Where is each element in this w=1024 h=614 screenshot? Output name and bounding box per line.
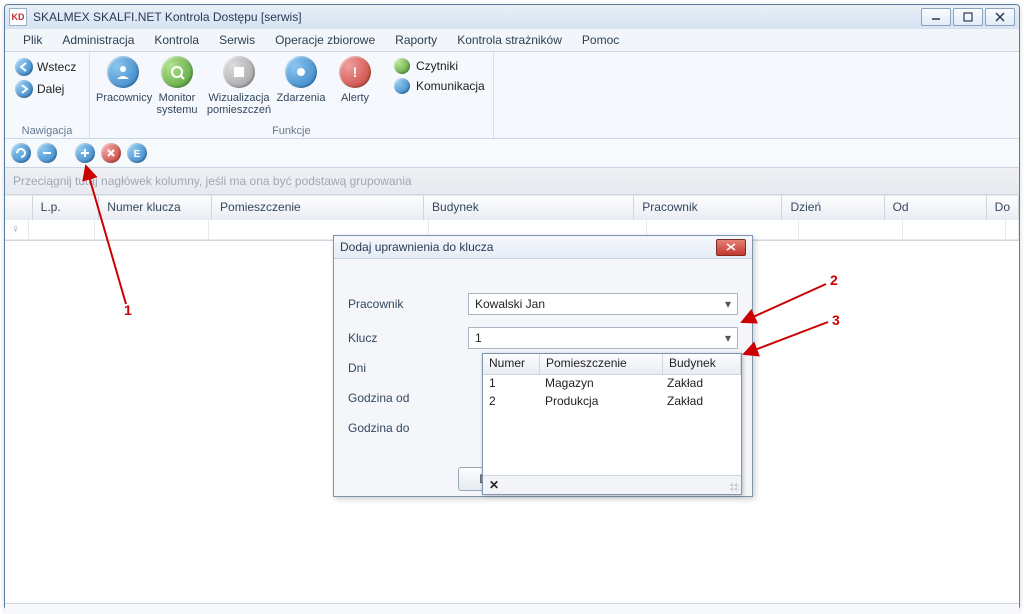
- chevron-down-icon: ▾: [721, 331, 735, 345]
- key-dropdown[interactable]: Numer Pomieszczenie Budynek 1 Magazyn Za…: [482, 353, 742, 495]
- resize-grip-icon[interactable]: [729, 482, 739, 492]
- func-monitor-label: Monitor systemu: [150, 92, 204, 116]
- annotation-2: 2: [830, 272, 838, 288]
- kd-r0-pom: Magazyn: [539, 375, 661, 393]
- group-caption-navigation: Nawigacja: [11, 125, 83, 137]
- kd-r0-nr: 1: [483, 375, 539, 393]
- visualization-icon: [223, 56, 255, 88]
- col-lp[interactable]: L.p.: [33, 196, 100, 220]
- func-czytniki[interactable]: Czytniki: [394, 58, 485, 74]
- tool-add[interactable]: [75, 143, 95, 163]
- menu-plik[interactable]: Plik: [13, 29, 52, 51]
- menu-raporty[interactable]: Raporty: [385, 29, 447, 51]
- kd-r1-bud: Zakład: [661, 393, 741, 411]
- kd-clear-button[interactable]: ✕: [489, 478, 499, 492]
- filter-dzien[interactable]: [799, 220, 902, 240]
- menu-administracja[interactable]: Administracja: [52, 29, 144, 51]
- window-title: SKALMEX SKALFI.NET Kontrola Dostępu [ser…: [33, 10, 302, 24]
- kd-r1-nr: 2: [483, 393, 539, 411]
- filter-row-icon: ♀: [5, 220, 29, 240]
- kd-r1-pom: Produkcja: [539, 393, 661, 411]
- func-komunikacja[interactable]: Komunikacja: [394, 78, 485, 94]
- func-komunikacja-label: Komunikacja: [416, 79, 485, 93]
- kd-col-pom[interactable]: Pomieszczenie: [540, 354, 663, 374]
- tool-subtract[interactable]: [37, 143, 57, 163]
- annotation-1: 1: [124, 302, 132, 318]
- func-wizualizacja[interactable]: Wizualizacja pomieszczeń: [204, 54, 274, 116]
- func-zdarzenia[interactable]: Zdarzenia: [274, 54, 328, 104]
- menu-kontrola-straznikow[interactable]: Kontrola strażników: [447, 29, 572, 51]
- label-pracownik: Pracownik: [348, 297, 468, 311]
- maximize-button[interactable]: [953, 8, 983, 26]
- kd-r0-bud: Zakład: [661, 375, 741, 393]
- readers-icon: [394, 58, 410, 74]
- combo-pracownik[interactable]: Kowalski Jan ▾: [468, 293, 738, 315]
- filter-od[interactable]: [903, 220, 1006, 240]
- col-od[interactable]: Od: [885, 196, 987, 220]
- menu-pomoc[interactable]: Pomoc: [572, 29, 629, 51]
- forward-icon: [15, 80, 33, 98]
- func-wizualizacja-label: Wizualizacja pomieszczeń: [204, 92, 274, 116]
- dialog-close-button[interactable]: [716, 239, 746, 256]
- col-pracownik[interactable]: Pracownik: [634, 196, 782, 220]
- communication-icon: [394, 78, 410, 94]
- minimize-button[interactable]: [921, 8, 951, 26]
- col-pomieszczenie[interactable]: Pomieszczenie: [212, 196, 424, 220]
- combo-klucz[interactable]: 1 ▾: [468, 327, 738, 349]
- func-czytniki-label: Czytniki: [416, 59, 458, 73]
- alerts-icon: !: [339, 56, 371, 88]
- close-button[interactable]: [985, 8, 1015, 26]
- nav-forward-label: Dalej: [37, 82, 64, 96]
- nav-forward[interactable]: Dalej: [15, 80, 64, 98]
- filter-do[interactable]: [1006, 220, 1019, 240]
- monitor-icon: [161, 56, 193, 88]
- filter-lp[interactable]: [29, 220, 95, 240]
- group-by-strip[interactable]: Przeciągnij tutaj nagłówek kolumny, jeśl…: [5, 168, 1019, 195]
- kd-row-1[interactable]: 2 Produkcja Zakład: [483, 393, 741, 411]
- func-pracownicy[interactable]: Pracownicy: [96, 54, 150, 104]
- svg-text:!: !: [353, 64, 358, 80]
- label-godzina-od: Godzina od: [348, 391, 468, 405]
- filter-numer[interactable]: [95, 220, 210, 240]
- chevron-down-icon: ▾: [721, 297, 735, 311]
- func-alerty-label: Alerty: [328, 92, 382, 104]
- label-dni: Dni: [348, 361, 468, 375]
- dialog-add-permission: Dodaj uprawnienia do klucza Pracownik Ko…: [333, 235, 753, 497]
- label-klucz: Klucz: [348, 331, 468, 345]
- func-pracownicy-label: Pracownicy: [96, 92, 150, 104]
- func-alerty[interactable]: ! Alerty: [328, 54, 382, 104]
- kd-col-numer[interactable]: Numer: [483, 354, 540, 374]
- menu-kontrola[interactable]: Kontrola: [144, 29, 209, 51]
- group-by-text: Przeciągnij tutaj nagłówek kolumny, jeśl…: [13, 174, 412, 188]
- nav-back-label: Wstecz: [37, 60, 76, 74]
- annotation-3: 3: [832, 312, 840, 328]
- tool-delete[interactable]: [101, 143, 121, 163]
- combo-pracownik-value: Kowalski Jan: [475, 297, 545, 311]
- kd-col-bud[interactable]: Budynek: [663, 354, 741, 374]
- back-icon: [15, 58, 33, 76]
- combo-klucz-value: 1: [475, 331, 482, 345]
- nav-back[interactable]: Wstecz: [15, 58, 76, 76]
- func-monitor[interactable]: Monitor systemu: [150, 54, 204, 116]
- col-numer[interactable]: Numer klucza: [99, 196, 212, 220]
- menu-serwis[interactable]: Serwis: [209, 29, 265, 51]
- func-zdarzenia-label: Zdarzenia: [274, 92, 328, 104]
- col-do[interactable]: Do: [987, 196, 1019, 220]
- tool-refresh[interactable]: [11, 143, 31, 163]
- col-budynek[interactable]: Budynek: [424, 196, 634, 220]
- events-icon: [285, 56, 317, 88]
- kd-row-0[interactable]: 1 Magazyn Zakład: [483, 375, 741, 393]
- group-caption-functions: Funkcje: [96, 125, 487, 137]
- app-icon: KD: [9, 8, 27, 26]
- col-dzien[interactable]: Dzień: [782, 196, 884, 220]
- employees-icon: [107, 56, 139, 88]
- svg-text:E: E: [134, 149, 141, 159]
- label-godzina-do: Godzina do: [348, 421, 468, 435]
- tool-edit[interactable]: E: [127, 143, 147, 163]
- dialog-title: Dodaj uprawnienia do klucza: [340, 240, 493, 254]
- menu-operacje[interactable]: Operacje zbiorowe: [265, 29, 385, 51]
